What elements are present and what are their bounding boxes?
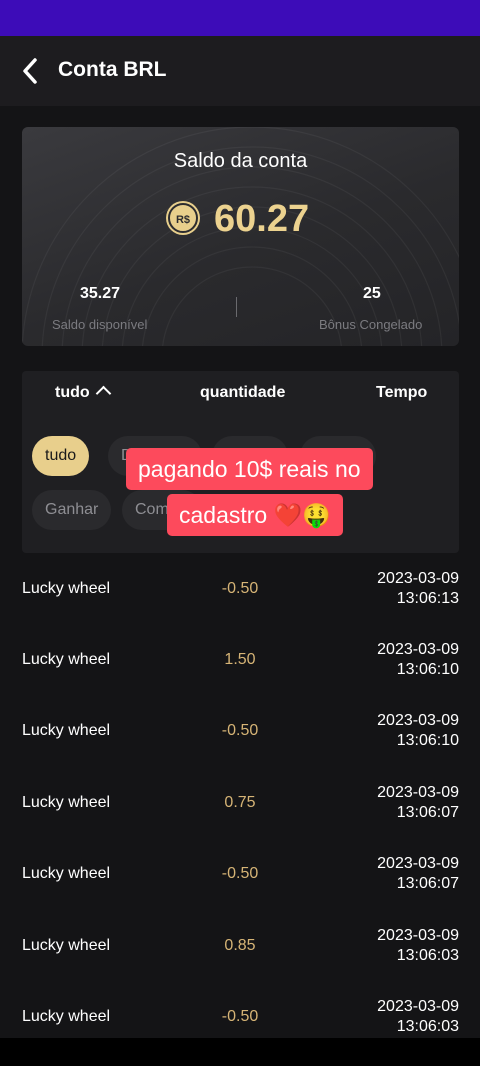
brl-currency-icon: R$ [168, 203, 198, 233]
system-navigation-bar [0, 1038, 480, 1066]
card-divider [236, 297, 237, 317]
transaction-name: Lucky wheel [22, 580, 111, 597]
filter-chip-tudo[interactable]: tudo [32, 436, 90, 476]
transaction-datetime: 2023-03-09 13:06:07 [377, 838, 459, 909]
transaction-row: Lucky wheel 0.85 2023-03-09 13:06:03 [0, 910, 480, 981]
transaction-amount: -0.50 [221, 722, 259, 739]
balance-total: 60.27 [214, 198, 310, 240]
transaction-row: Lucky wheel 0.75 2023-03-09 13:06:07 [0, 767, 480, 838]
transaction-date: 2023-03-09 [377, 711, 459, 729]
overlay-line-1: pagando 10$ reais no [126, 448, 373, 490]
promo-text-overlay: pagando 10$ reais no cadastro ❤️🤑 [126, 448, 406, 536]
transaction-date: 2023-03-09 [377, 926, 459, 944]
transaction-time: 13:06:13 [396, 589, 459, 607]
transaction-amount: 0.75 [224, 794, 256, 811]
transaction-date: 2023-03-09 [377, 569, 459, 587]
transaction-name: Lucky wheel [22, 794, 111, 811]
transaction-name: Lucky wheel [22, 937, 111, 954]
transaction-name: Lucky wheel [22, 651, 111, 668]
transaction-name: Lucky wheel [22, 865, 111, 882]
transaction-row: Lucky wheel -0.50 2023-03-09 13:06:07 [0, 838, 480, 909]
balance-title: Saldo da conta [173, 150, 308, 172]
app-header: Conta BRL [0, 36, 480, 106]
chevron-up-icon [95, 385, 111, 402]
filter-type-dropdown[interactable]: tudo [55, 384, 111, 402]
transaction-row: Lucky wheel -0.50 2023-03-09 13:06:13 [0, 553, 480, 624]
filter-type-label: tudo [55, 384, 90, 401]
transaction-datetime: 2023-03-09 13:06:03 [377, 910, 459, 981]
overlay-line-2: cadastro ❤️🤑 [167, 494, 343, 536]
transaction-row: Lucky wheel 1.50 2023-03-09 13:06:10 [0, 624, 480, 695]
transaction-time: 13:06:07 [396, 803, 459, 821]
time-column-header[interactable]: Tempo [376, 384, 427, 402]
transaction-amount: 0.85 [224, 937, 256, 954]
transaction-amount: 1.50 [224, 651, 256, 668]
transaction-amount: -0.50 [221, 580, 259, 597]
balance-card: Saldo da conta R$ 60.27 35.27 Saldo disp… [22, 127, 459, 346]
transaction-datetime: 2023-03-09 13:06:13 [377, 553, 459, 624]
frozen-bonus-value: 25 [363, 285, 381, 302]
available-balance-value: 35.27 [80, 285, 121, 302]
chevron-left-icon[interactable] [16, 56, 46, 86]
transaction-date: 2023-03-09 [377, 997, 459, 1015]
transaction-amount: -0.50 [221, 865, 259, 882]
quantity-column-header[interactable]: quantidade [200, 384, 285, 402]
status-bar [0, 0, 480, 36]
transaction-row: Lucky wheel -0.50 2023-03-09 13:06:10 [0, 695, 480, 766]
transaction-time: 13:06:07 [396, 874, 459, 892]
transaction-time: 13:06:10 [396, 731, 459, 749]
transaction-datetime: 2023-03-09 13:06:10 [377, 624, 459, 695]
transaction-name: Lucky wheel [22, 722, 111, 739]
available-balance-label: Saldo disponível [52, 317, 148, 332]
frozen-bonus-label: Bônus Congelado [319, 317, 423, 332]
transaction-datetime: 2023-03-09 13:06:07 [377, 767, 459, 838]
transaction-time: 13:06:03 [396, 1017, 459, 1035]
transaction-date: 2023-03-09 [377, 783, 459, 801]
transaction-time: 13:06:10 [396, 660, 459, 678]
transaction-date: 2023-03-09 [377, 640, 459, 658]
transaction-date: 2023-03-09 [377, 854, 459, 872]
transaction-datetime: 2023-03-09 13:06:10 [377, 695, 459, 766]
page-title: Conta BRL [58, 58, 167, 81]
filter-chip-ganhar[interactable]: Ganhar [32, 490, 112, 530]
transaction-time: 13:06:03 [396, 946, 459, 964]
